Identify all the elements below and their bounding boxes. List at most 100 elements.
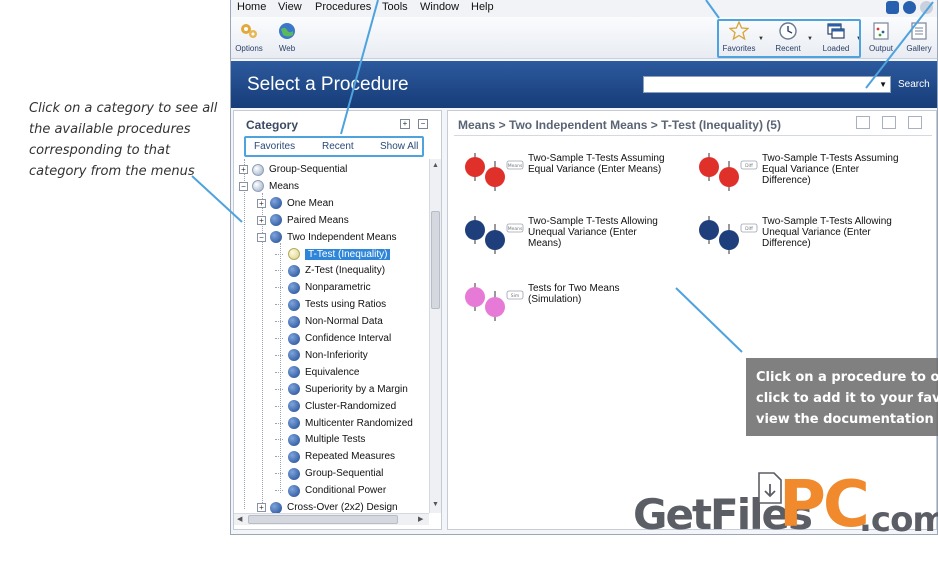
tree-item[interactable]: Multicenter Randomized	[275, 415, 413, 432]
menu-help[interactable]: Help	[471, 1, 494, 13]
tree-item[interactable]: Z-Test (Inequality)	[275, 262, 385, 279]
procedure-label-line: Two-Sample T-Tests Allowing	[528, 216, 658, 227]
category-ball-icon	[288, 349, 300, 362]
tree-item[interactable]: Conditional Power	[275, 482, 386, 499]
tooltip-line: Click on a procedure to op	[756, 370, 938, 385]
menu-home[interactable]: Home	[237, 1, 266, 13]
category-ball-icon	[252, 163, 264, 176]
tree-item-label: Z-Test (Inequality)	[305, 265, 386, 277]
tab-favorites[interactable]: Favorites	[254, 141, 295, 152]
procedure-label-line: Means)	[528, 238, 562, 249]
help-icon[interactable]	[903, 1, 916, 14]
procedure-label-line: Tests for Two Means	[528, 283, 620, 294]
menu-procedures[interactable]: Procedures	[315, 1, 371, 13]
tree-item[interactable]: Non-Inferiority	[275, 347, 368, 364]
category-ball-icon	[288, 383, 300, 396]
tree-item[interactable]: Group-Sequential	[275, 465, 383, 482]
collapse-icon[interactable]: −	[257, 232, 266, 242]
tree-item[interactable]: Superiority by a Margin	[275, 381, 408, 398]
procedure-item[interactable]: Means Two-Sample T-Tests Allowing Unequal …	[462, 214, 692, 258]
tree-item[interactable]: T-Test (Inequality)	[275, 246, 391, 263]
tree-horizontal-scrollbar[interactable]: ◀ ▶	[234, 513, 429, 525]
procedure-item[interactable]: Diff Two-Sample T-Tests Assuming Equal Var…	[696, 151, 926, 195]
scroll-left-icon[interactable]: ◀	[237, 515, 242, 523]
output-button[interactable]: Output	[861, 21, 901, 53]
web-button[interactable]: Web	[267, 21, 307, 53]
tree-item[interactable]: Tests using Ratios	[275, 296, 386, 313]
tree-item[interactable]: − Means	[239, 178, 299, 195]
procedure-icon: Means	[465, 153, 524, 191]
category-ball-icon	[288, 264, 300, 277]
expand-icon[interactable]: +	[257, 503, 266, 512]
scroll-right-icon[interactable]: ▶	[418, 515, 423, 523]
procedure-label-line: Two-Sample T-Tests Assuming	[528, 153, 665, 164]
tree-item[interactable]: Confidence Interval	[275, 330, 391, 347]
collapse-icon[interactable]: −	[239, 181, 248, 191]
watermark-text: .com	[859, 500, 938, 540]
search-combobox[interactable]: ▼	[643, 76, 891, 93]
category-ball-icon	[288, 450, 300, 463]
procedure-label-line: Two-Sample T-Tests Assuming	[762, 153, 899, 164]
category-ball-icon	[270, 501, 282, 513]
search-button[interactable]: Search	[898, 79, 930, 90]
play-icon[interactable]	[886, 1, 899, 14]
procedure-item[interactable]: Means Two-Sample T-Tests Assuming Equal Va…	[462, 151, 692, 195]
tree-item-label: Repeated Measures	[305, 451, 396, 463]
tree-item[interactable]: + One Mean	[257, 195, 334, 212]
category-ball-icon	[288, 467, 300, 480]
procedure-label: Tests for Two Means (Simulation)	[528, 283, 678, 305]
tree-item-label: Group-Sequential	[269, 164, 348, 175]
detail-view-icon[interactable]	[882, 116, 896, 129]
menu-view[interactable]: View	[278, 1, 302, 13]
tree-item-label: T-Test (Inequality)	[305, 248, 391, 260]
gears-icon	[241, 24, 257, 38]
tree-item[interactable]: Multiple Tests	[275, 431, 365, 448]
tree-item-label: Paired Means	[287, 214, 349, 226]
tree-vertical-scrollbar[interactable]: ▲ ▼	[429, 159, 441, 513]
list-view-icon[interactable]	[856, 116, 870, 129]
procedure-help-tooltip: Click on a procedure to op click to add …	[746, 358, 938, 436]
tree-item[interactable]: Equivalence	[275, 364, 359, 381]
search-dropdown-icon[interactable]: ▼	[879, 80, 887, 89]
scroll-down-icon[interactable]: ▼	[432, 501, 439, 508]
tree-item[interactable]: Non-Normal Data	[275, 313, 383, 330]
tree-item[interactable]: − Two Independent Means	[257, 229, 397, 246]
svg-text:Means: Means	[508, 226, 523, 232]
settings-icon[interactable]	[920, 1, 933, 14]
watermark-logo: GetFiles PC .com	[633, 468, 938, 542]
expand-all-icon[interactable]: +	[400, 119, 410, 129]
procedure-item[interactable]: Diff Two-Sample T-Tests Allowing Unequal V…	[696, 214, 926, 258]
tab-recent[interactable]: Recent	[322, 141, 354, 152]
collapse-all-icon[interactable]: −	[418, 119, 428, 129]
tree-item-label: Conditional Power	[305, 485, 387, 497]
tree-item[interactable]: + Group-Sequential	[239, 161, 347, 178]
menu-tools[interactable]: Tools	[382, 1, 408, 13]
category-ball-icon	[288, 484, 300, 497]
menu-window[interactable]: Window	[420, 1, 459, 13]
tree-item[interactable]: Nonparametric	[275, 279, 371, 296]
favorites-recent-loaded-callout-box	[717, 19, 861, 58]
expand-icon[interactable]: +	[239, 165, 248, 174]
expand-icon[interactable]: +	[257, 198, 266, 208]
output-chart-icon	[873, 22, 889, 40]
annotation-category-help: Click on a category to see all the avail…	[29, 98, 219, 182]
scroll-up-icon[interactable]: ▲	[432, 162, 439, 169]
gallery-button[interactable]: Gallery	[899, 21, 937, 53]
tree-item[interactable]: + Paired Means	[257, 212, 349, 229]
options-button[interactable]: Options	[231, 21, 269, 53]
scroll-thumb[interactable]	[248, 515, 398, 524]
expand-icon[interactable]: +	[257, 215, 266, 225]
tree-item[interactable]: + Cross-Over (2x2) Design	[257, 499, 398, 513]
tab-show-all[interactable]: Show All	[380, 141, 418, 152]
procedure-label-line: (Simulation)	[528, 294, 582, 305]
tree-item[interactable]: Cluster-Randomized	[275, 398, 396, 415]
tree-item[interactable]: Repeated Measures	[275, 448, 395, 465]
procedure-label-line: Unequal Variance (Enter	[528, 227, 637, 238]
scroll-thumb[interactable]	[431, 211, 440, 309]
tooltip-line: click to add it to your favo	[756, 391, 938, 406]
tree-item-label: Multicenter Randomized	[305, 417, 413, 429]
procedure-item[interactable]: Sim Tests for Two Means (Simulation)	[462, 281, 692, 325]
procedure-label-line: Difference)	[762, 238, 811, 249]
icon-view-icon[interactable]	[908, 116, 922, 129]
annotation-line: the available procedures	[29, 122, 191, 137]
